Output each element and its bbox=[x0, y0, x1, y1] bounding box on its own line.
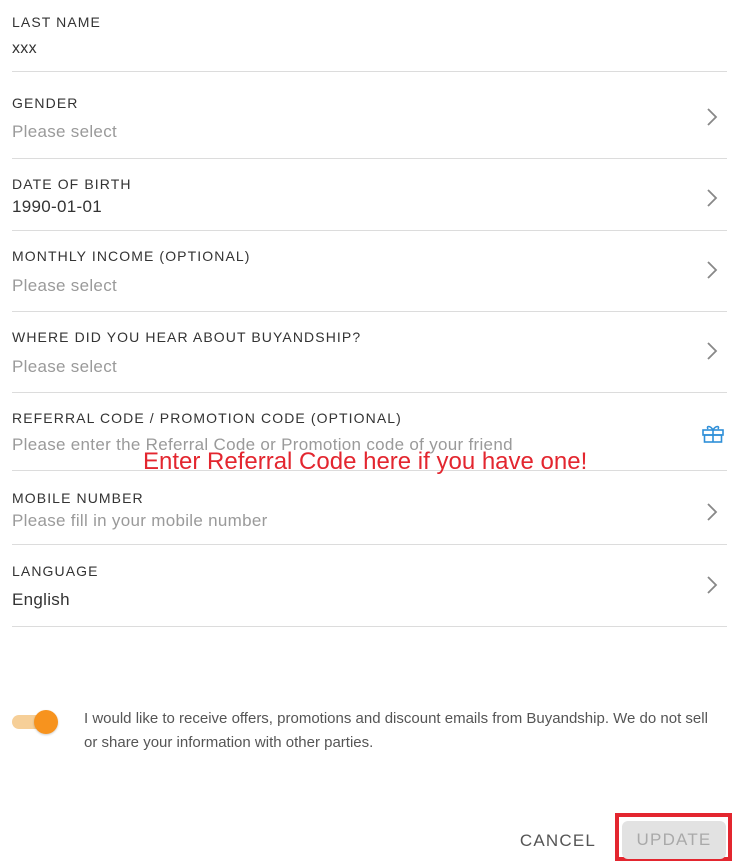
language-label: LANGUAGE bbox=[12, 563, 99, 579]
gender-label: GENDER bbox=[12, 95, 79, 111]
last-name-label: LAST NAME bbox=[12, 14, 101, 30]
mobile-number-input[interactable]: Please fill in your mobile number bbox=[12, 511, 268, 531]
gender-select[interactable]: GENDER Please select bbox=[12, 72, 727, 159]
referral-source-label: WHERE DID YOU HEAR ABOUT BUYANDSHIP? bbox=[12, 329, 362, 345]
language-value[interactable]: English bbox=[12, 590, 70, 610]
toggle-knob bbox=[34, 710, 58, 734]
gender-value[interactable]: Please select bbox=[12, 122, 117, 142]
chevron-right-icon[interactable] bbox=[701, 340, 723, 362]
last-name-field[interactable]: LAST NAME xxx bbox=[12, 0, 727, 72]
email-consent-text: I would like to receive offers, promotio… bbox=[84, 710, 708, 751]
date-of-birth-select[interactable]: DATE OF BIRTH 1990-01-01 bbox=[12, 159, 727, 231]
last-name-value[interactable]: xxx bbox=[12, 40, 37, 58]
cancel-button[interactable]: CANCEL bbox=[506, 820, 610, 862]
chevron-right-icon[interactable] bbox=[701, 501, 723, 523]
language-select[interactable]: LANGUAGE English bbox=[12, 545, 727, 627]
chevron-right-icon[interactable] bbox=[701, 106, 723, 128]
mobile-number-label: MOBILE NUMBER bbox=[12, 490, 144, 506]
monthly-income-label: MONTHLY INCOME (OPTIONAL) bbox=[12, 248, 251, 264]
monthly-income-select[interactable]: MONTHLY INCOME (OPTIONAL) Please select bbox=[12, 231, 727, 312]
chevron-right-icon[interactable] bbox=[701, 259, 723, 281]
date-of-birth-value[interactable]: 1990-01-01 bbox=[12, 197, 102, 217]
chevron-right-icon[interactable] bbox=[701, 574, 723, 596]
referral-source-select[interactable]: WHERE DID YOU HEAR ABOUT BUYANDSHIP? Ple… bbox=[12, 312, 727, 393]
monthly-income-value[interactable]: Please select bbox=[12, 276, 117, 296]
mobile-number-field[interactable]: MOBILE NUMBER Please fill in your mobile… bbox=[12, 471, 727, 545]
chevron-right-icon[interactable] bbox=[701, 187, 723, 209]
referral-code-label: REFERRAL CODE / PROMOTION CODE (OPTIONAL… bbox=[12, 410, 402, 426]
gift-icon[interactable] bbox=[701, 421, 725, 445]
email-consent-toggle[interactable] bbox=[12, 709, 58, 735]
update-button[interactable]: UPDATE bbox=[622, 821, 726, 859]
referral-source-value[interactable]: Please select bbox=[12, 357, 117, 377]
date-of-birth-label: DATE OF BIRTH bbox=[12, 176, 132, 192]
